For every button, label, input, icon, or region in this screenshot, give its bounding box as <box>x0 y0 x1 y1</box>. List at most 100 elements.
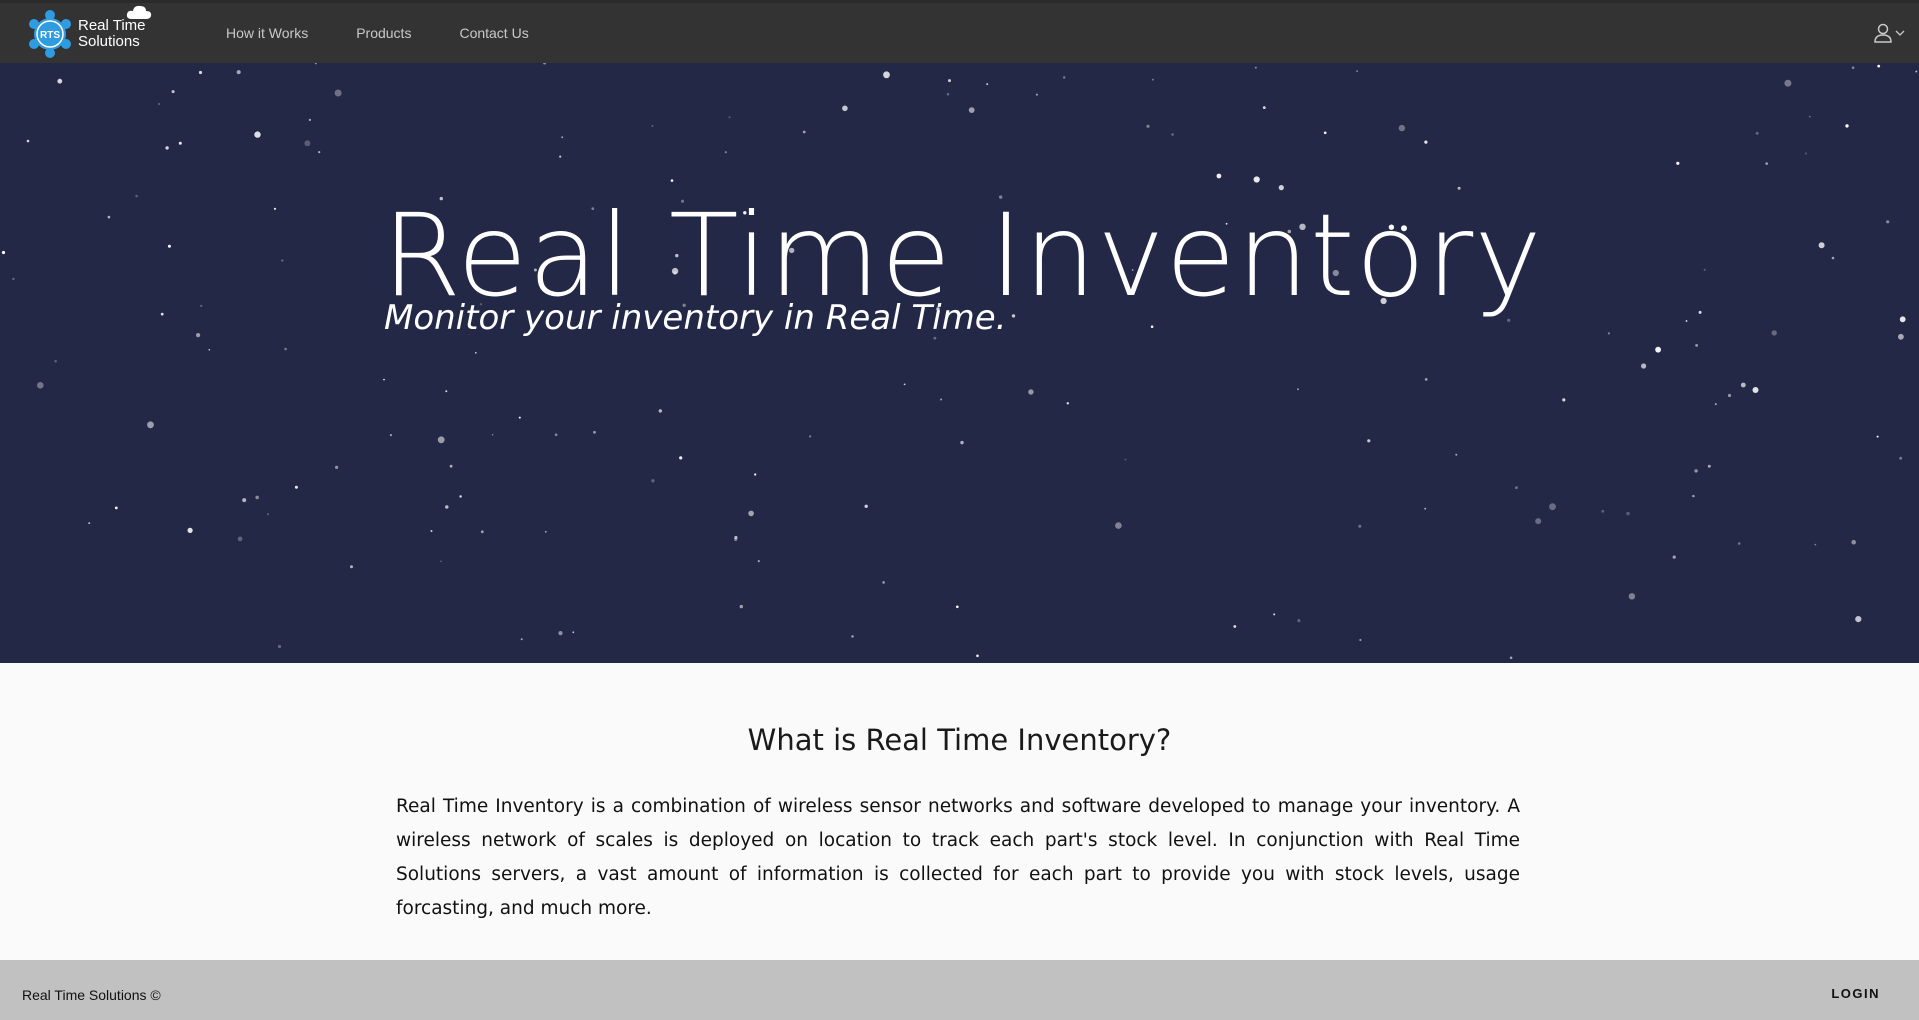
star <box>1216 173 1222 179</box>
star <box>12 277 15 281</box>
star <box>561 136 564 139</box>
star <box>107 215 111 219</box>
star <box>554 433 558 437</box>
login-link[interactable]: LOGIN <box>1831 986 1880 1001</box>
star <box>728 116 731 119</box>
star <box>1124 458 1127 461</box>
star <box>474 351 477 354</box>
star <box>1066 402 1070 405</box>
star <box>135 194 138 198</box>
star <box>1698 310 1702 314</box>
star <box>948 79 951 83</box>
star <box>883 71 890 79</box>
star <box>178 141 182 145</box>
star <box>335 465 339 469</box>
star <box>165 146 169 150</box>
star <box>1676 161 1680 165</box>
star <box>851 635 854 638</box>
star <box>1672 555 1676 559</box>
star <box>273 207 277 210</box>
star <box>559 155 562 158</box>
star <box>946 92 950 96</box>
star <box>558 631 563 636</box>
star <box>734 537 738 542</box>
section-body: Real Time Inventory is a combination of … <box>396 796 1520 919</box>
star <box>1765 162 1768 165</box>
star <box>480 530 484 534</box>
star <box>1808 115 1811 118</box>
star <box>986 83 989 86</box>
star <box>518 416 521 419</box>
nav-link-how-it-works[interactable]: How it Works <box>226 25 308 41</box>
star <box>171 90 175 94</box>
star <box>1851 539 1856 545</box>
star <box>54 359 57 363</box>
star <box>187 527 193 533</box>
star <box>1323 131 1327 135</box>
star <box>651 124 654 127</box>
hero-banner: Real Time Inventory Monitor your invento… <box>0 63 1919 663</box>
star <box>196 333 201 338</box>
star <box>757 560 760 563</box>
star <box>1549 503 1556 511</box>
star <box>882 581 885 584</box>
star <box>198 70 203 75</box>
star <box>160 312 164 316</box>
star <box>572 631 575 634</box>
star <box>903 383 906 386</box>
nav-link-contact-us[interactable]: Contact Us <box>459 25 528 41</box>
chevron-down-icon <box>1895 30 1905 36</box>
star <box>308 118 311 121</box>
star <box>1703 268 1706 271</box>
star <box>1694 469 1698 473</box>
nav-link-products[interactable]: Products <box>356 25 411 41</box>
star <box>1367 439 1371 443</box>
star <box>1562 398 1566 402</box>
star <box>1851 66 1855 69</box>
section-title: What is Real Time Inventory? <box>747 723 1172 757</box>
star <box>1424 378 1428 381</box>
star <box>1607 332 1610 335</box>
star <box>1740 382 1746 388</box>
star <box>1707 464 1711 468</box>
star <box>1898 333 1904 340</box>
star <box>88 522 91 525</box>
star <box>1714 403 1717 406</box>
star <box>1455 453 1458 456</box>
star <box>748 510 754 517</box>
star <box>1171 133 1174 136</box>
star <box>1253 176 1260 183</box>
star <box>1398 124 1406 132</box>
brand-logo-link[interactable]: RTS Real Time Solutions <box>26 5 152 58</box>
star <box>1752 387 1759 393</box>
footer: Real Time Solutions © LOGIN <box>0 960 1919 1020</box>
brand-line-2: Solutions <box>78 33 140 50</box>
navbar: RTS Real Time Solutions How it Works Pro… <box>0 0 1919 63</box>
star <box>976 654 979 658</box>
hero-title: Real Time Inventory <box>382 189 1543 322</box>
star <box>277 644 282 649</box>
user-menu-toggle[interactable] <box>1874 23 1905 43</box>
star <box>1755 131 1759 135</box>
star <box>651 479 655 483</box>
star <box>254 131 261 138</box>
star <box>167 244 171 248</box>
star <box>1146 124 1150 128</box>
cloud-icon <box>126 5 152 19</box>
star <box>1035 93 1038 96</box>
star <box>1424 507 1427 510</box>
star <box>1641 363 1647 369</box>
star <box>1358 524 1362 528</box>
star <box>491 433 494 436</box>
nav-links: How it Works Products Contact Us <box>226 3 577 63</box>
star <box>968 107 975 113</box>
star <box>1771 330 1777 336</box>
star <box>724 151 727 154</box>
footer-copyright: Real Time Solutions © <box>22 987 161 1003</box>
star <box>1535 518 1542 525</box>
star <box>294 485 298 489</box>
star <box>593 430 596 434</box>
star <box>1115 522 1122 529</box>
star <box>242 498 247 503</box>
star <box>445 505 449 509</box>
